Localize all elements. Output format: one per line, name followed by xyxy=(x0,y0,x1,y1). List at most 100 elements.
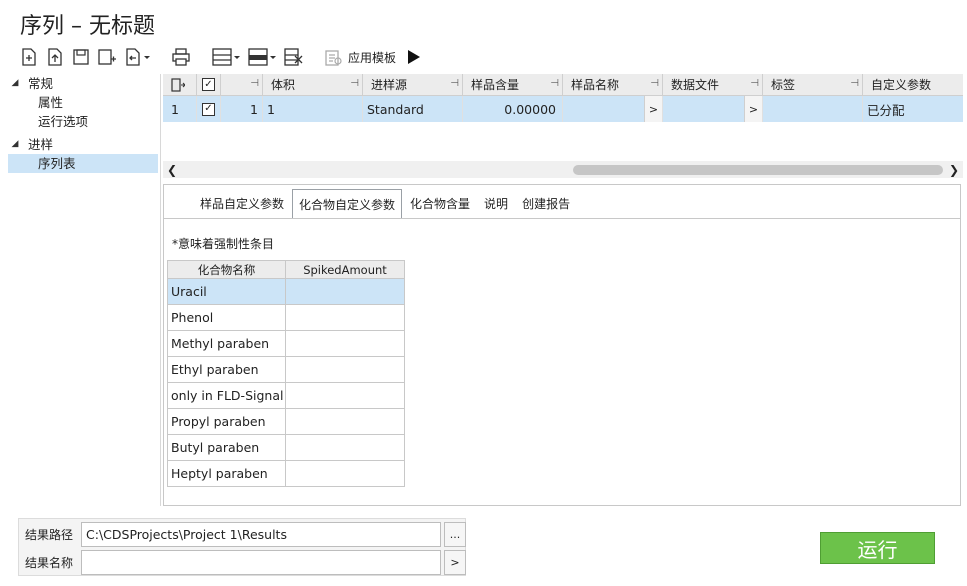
spiked-amount-cell[interactable] xyxy=(286,357,405,382)
table-row[interactable]: Propyl paraben xyxy=(168,409,405,435)
table-row[interactable]: only in FLD-Signal xyxy=(168,383,405,409)
cell-volume[interactable]: 1 xyxy=(263,96,363,122)
spiked-amount-cell[interactable] xyxy=(286,461,405,486)
table-row[interactable]: Uracil xyxy=(168,279,405,305)
table-row[interactable]: 1 ✓ 1 1 Standard 0.00000 > > 已分配 xyxy=(163,96,963,122)
delete-row-icon[interactable] xyxy=(244,45,280,69)
row-line[interactable]: 1 xyxy=(221,96,263,122)
check-icon: ✓ xyxy=(202,78,215,91)
table-row[interactable]: Heptyl paraben xyxy=(168,461,405,487)
horizontal-scrollbar[interactable]: ❮ ❯ xyxy=(163,161,963,178)
header-source[interactable]: 进样源 ⊣ xyxy=(363,74,463,95)
collapse-triangle-icon[interactable]: ◢ xyxy=(8,74,22,93)
compound-name-cell[interactable]: Butyl paraben xyxy=(168,435,286,460)
tab-strip: 样品自定义参数 化合物自定义参数 化合物含量 说明 创建报告 xyxy=(194,189,578,219)
compound-name-cell[interactable]: Ethyl paraben xyxy=(168,357,286,382)
sidebar-item-sequence-table[interactable]: 序列表 xyxy=(8,154,158,173)
open-upload-icon[interactable] xyxy=(42,45,68,69)
cell-sample-name[interactable]: > xyxy=(563,96,663,122)
tree-group-injection[interactable]: ◢ 进样 xyxy=(8,135,158,154)
header-amount[interactable]: 样品含量 ⊣ xyxy=(463,74,563,95)
spiked-amount-cell[interactable] xyxy=(286,435,405,460)
collapse-triangle-icon[interactable]: ◢ xyxy=(8,135,22,154)
pin-icon[interactable]: ⊣ xyxy=(350,78,359,89)
pin-icon[interactable]: ⊣ xyxy=(450,78,459,89)
save-icon[interactable] xyxy=(68,45,94,69)
tab-sample-custom-params[interactable]: 样品自定义参数 xyxy=(194,189,290,219)
tab-description[interactable]: 说明 xyxy=(478,189,514,219)
save-as-icon[interactable] xyxy=(94,45,120,69)
remove-rows-icon[interactable] xyxy=(280,45,306,69)
apply-template-button[interactable]: 应用模板 xyxy=(348,49,396,66)
pin-icon[interactable]: ⊣ xyxy=(650,78,659,89)
tab-create-report[interactable]: 创建报告 xyxy=(516,189,576,219)
new-document-icon[interactable] xyxy=(16,45,42,69)
cell-label[interactable] xyxy=(763,96,863,122)
header-checkbox[interactable]: ✓ xyxy=(197,74,221,95)
tab-compound-custom-params[interactable]: 化合物自定义参数 xyxy=(292,189,403,219)
header-label: 样品名称 xyxy=(571,78,620,92)
table-row[interactable]: Methyl paraben xyxy=(168,331,405,357)
compound-name-cell[interactable]: Phenol xyxy=(168,305,286,330)
scroll-right-icon[interactable]: ❯ xyxy=(949,163,959,177)
template-icon[interactable] xyxy=(320,45,346,69)
spiked-amount-cell[interactable] xyxy=(286,383,405,408)
cell-source[interactable]: Standard xyxy=(363,96,463,122)
grid-header: ✓ ⊣ 体积 ⊣ 进样源 ⊣ 样品含量 ⊣ 样品名称 ⊣ 数据文件 ⊣ 标签 ⊣ 自定义参数 xyxy=(163,74,963,96)
table-row[interactable]: Butyl paraben xyxy=(168,435,405,461)
import-icon[interactable] xyxy=(120,45,154,69)
header-label: 进样源 xyxy=(371,78,408,92)
spiked-amount-cell[interactable] xyxy=(286,409,405,434)
insert-row-icon[interactable] xyxy=(208,45,244,69)
sidebar-item-run-options[interactable]: 运行选项 xyxy=(8,112,158,131)
column-chooser-icon[interactable] xyxy=(163,74,197,95)
row-index: 1 xyxy=(163,96,197,122)
mandatory-note: *意味着强制性条目 xyxy=(172,237,275,251)
sidebar-item-properties[interactable]: 属性 xyxy=(8,93,158,112)
result-settings: 结果路径 C:\CDSProjects\Project 1\Results ..… xyxy=(18,518,466,576)
run-button[interactable]: 运行 xyxy=(820,532,935,564)
result-name-menu-button[interactable]: > xyxy=(444,549,466,575)
print-icon[interactable] xyxy=(168,45,194,69)
header-volume[interactable]: 体积 ⊣ xyxy=(263,74,363,95)
header-compound-name[interactable]: 化合物名称 xyxy=(168,261,286,278)
table-row[interactable]: Phenol xyxy=(168,305,405,331)
play-icon[interactable] xyxy=(400,45,426,69)
cell-custom-params[interactable]: 已分配 xyxy=(863,96,963,122)
tree-group-general[interactable]: ◢ 常规 xyxy=(8,74,158,93)
header-label-col[interactable]: 标签 ⊣ xyxy=(763,74,863,95)
compound-name-cell[interactable]: only in FLD-Signal xyxy=(168,383,286,408)
compound-name-cell[interactable]: Propyl paraben xyxy=(168,409,286,434)
window-title: 序列 – 无标题 xyxy=(20,14,155,39)
details-panel: 样品自定义参数 化合物自定义参数 化合物含量 说明 创建报告 *意味着强制性条目… xyxy=(163,184,961,506)
expand-button[interactable]: > xyxy=(644,96,662,122)
expand-button[interactable]: > xyxy=(744,96,762,122)
tab-compound-amount[interactable]: 化合物含量 xyxy=(404,189,476,219)
spiked-amount-cell[interactable] xyxy=(286,331,405,356)
pin-icon[interactable]: ⊣ xyxy=(850,78,859,89)
table-row[interactable]: Ethyl paraben xyxy=(168,357,405,383)
pin-icon[interactable]: ⊣ xyxy=(750,78,759,89)
header-data-file[interactable]: 数据文件 ⊣ xyxy=(663,74,763,95)
header-custom-params[interactable]: 自定义参数 xyxy=(863,74,963,95)
header-line-col[interactable]: ⊣ xyxy=(221,74,263,95)
header-spiked-amount[interactable]: SpikedAmount xyxy=(286,261,405,278)
pin-icon[interactable]: ⊣ xyxy=(250,78,259,89)
cell-data-file[interactable]: > xyxy=(663,96,763,122)
browse-button[interactable]: ... xyxy=(444,521,466,547)
header-sample-name[interactable]: 样品名称 ⊣ xyxy=(563,74,663,95)
row-checkbox[interactable]: ✓ xyxy=(197,96,221,122)
result-name-input[interactable] xyxy=(81,549,441,575)
spiked-amount-cell[interactable] xyxy=(286,305,405,330)
pin-icon[interactable]: ⊣ xyxy=(550,78,559,89)
spiked-amount-cell[interactable] xyxy=(286,279,405,304)
compound-name-cell[interactable]: Heptyl paraben xyxy=(168,461,286,486)
scroll-thumb[interactable] xyxy=(573,165,943,175)
scroll-left-icon[interactable]: ❮ xyxy=(167,163,177,177)
result-path-input[interactable]: C:\CDSProjects\Project 1\Results xyxy=(81,521,441,547)
compound-name-cell[interactable]: Methyl paraben xyxy=(168,331,286,356)
tree-group-label: 进样 xyxy=(28,137,54,152)
cell-amount[interactable]: 0.00000 xyxy=(463,96,563,122)
check-icon: ✓ xyxy=(202,102,215,116)
compound-name-cell[interactable]: Uracil xyxy=(168,279,286,304)
